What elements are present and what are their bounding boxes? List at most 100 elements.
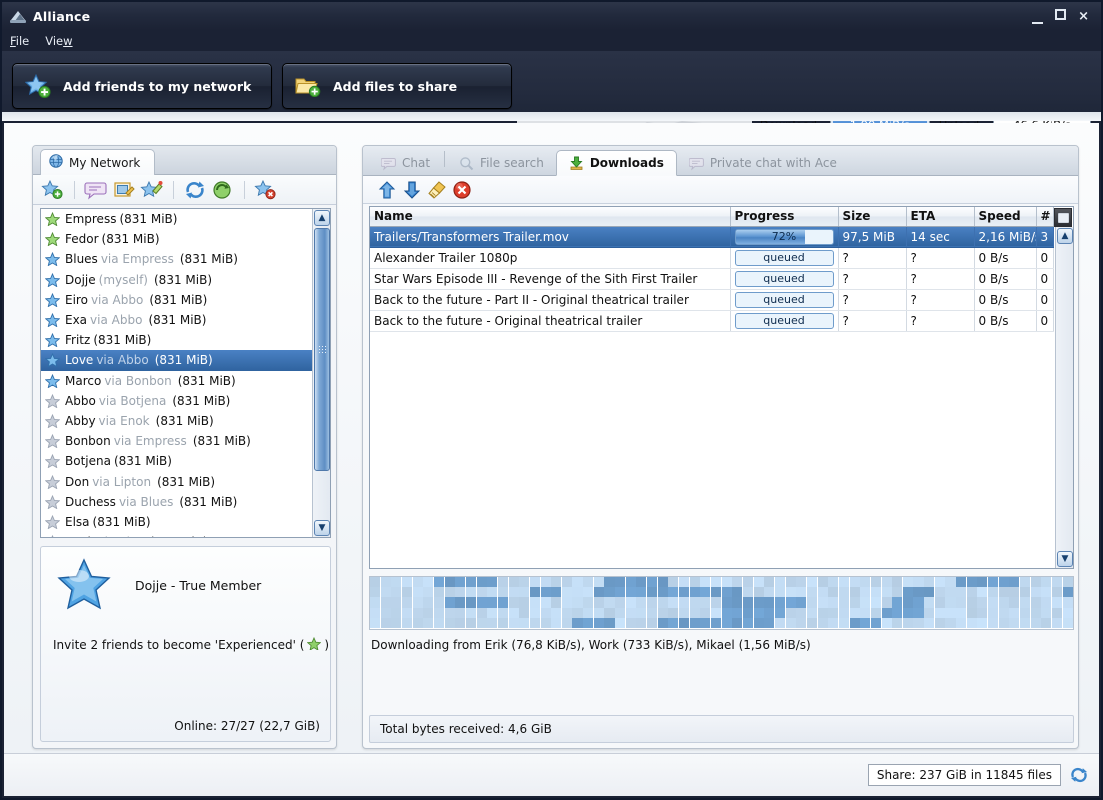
activity-grid-cell <box>732 587 743 598</box>
friend-list-item[interactable]: Exa via Abbo (831 MiB) <box>41 310 312 330</box>
friend-list[interactable]: Empress (831 MiB) Fedor (831 MiB) Blues via… <box>41 209 312 537</box>
activity-grid-cell <box>860 597 871 608</box>
column-header-speed[interactable]: Speed <box>974 207 1037 227</box>
tab-label: Private chat with Ace <box>709 156 837 170</box>
close-icon[interactable]: × <box>1078 10 1089 23</box>
activity-grid-cell <box>401 587 413 598</box>
friend-list-item[interactable]: Eiro via Abbo (831 MiB) <box>41 290 312 310</box>
friend-name: Elsa <box>65 514 90 529</box>
activity-grid-cell <box>636 617 647 628</box>
edit-group-icon[interactable] <box>112 179 136 201</box>
window-controls: × <box>1032 9 1101 24</box>
friend-list-item[interactable]: Dojje (myself) (831 MiB) <box>41 270 312 290</box>
move-down-icon[interactable] <box>402 180 422 200</box>
friend-list-item[interactable]: Fritz (831 MiB) <box>41 330 312 350</box>
downloads-scrollbar[interactable]: ▲ ▼ <box>1055 227 1073 568</box>
scroll-up-icon[interactable]: ▲ <box>1057 228 1073 244</box>
friend-name: Enok <box>65 535 94 537</box>
activity-grid-cell <box>796 597 807 608</box>
cancel-download-icon[interactable] <box>452 180 472 200</box>
remove-friend-icon[interactable] <box>254 179 278 201</box>
scroll-down-icon[interactable]: ▼ <box>1057 551 1073 567</box>
friend-list-item[interactable]: Bonbon via Empress (831 MiB) <box>41 431 312 451</box>
column-header-name[interactable]: Name <box>370 207 731 227</box>
friend-list-item[interactable]: Enokvia Elsa (831 MiB) <box>41 532 312 537</box>
tab-private-chat-with-ace[interactable]: Private chat with Ace <box>677 150 849 176</box>
add-friends-button[interactable]: Add friends to my network <box>12 63 272 109</box>
column-header-sources[interactable]: # <box>1036 207 1054 227</box>
friend-list-item[interactable]: Blues via Empress (831 MiB) <box>41 249 312 269</box>
minimize-button[interactable] <box>1032 10 1044 24</box>
activity-grid-row <box>370 607 1073 618</box>
table-row[interactable]: Back to the future - Original theatrical… <box>370 310 1054 332</box>
table-row[interactable]: Star Wars Episode III - Revenge of the S… <box>370 268 1054 290</box>
friend-list-item[interactable]: Abbo via Botjena (831 MiB) <box>41 391 312 411</box>
friend-list-item[interactable]: Abby via Enok (831 MiB) <box>41 411 312 431</box>
friend-list-item[interactable]: Don via Lipton (831 MiB) <box>41 471 312 491</box>
friend-list-item[interactable]: Marco via Bonbon (831 MiB) <box>41 371 312 391</box>
clear-completed-icon[interactable] <box>427 180 447 200</box>
activity-grid-cell <box>497 597 508 608</box>
menu-view[interactable]: View <box>45 34 72 48</box>
friend-name: Abby <box>65 413 96 428</box>
cell-name: Back to the future - Original theatrical… <box>370 310 731 332</box>
activity-grid-cell <box>806 577 817 588</box>
activity-grid-cell <box>487 597 498 608</box>
activity-grid-cell <box>796 617 807 628</box>
friend-name: Exa <box>65 313 88 328</box>
scroll-thumb[interactable] <box>314 228 330 471</box>
friend-name: Fedor <box>65 232 99 247</box>
refresh-icon[interactable] <box>183 179 207 201</box>
column-chooser-button[interactable] <box>1054 208 1072 227</box>
move-up-icon[interactable] <box>377 180 397 200</box>
scroll-up-icon[interactable]: ▲ <box>314 210 330 226</box>
chat-icon[interactable] <box>84 179 108 201</box>
tab-downloads[interactable]: Downloads <box>555 150 677 176</box>
activity-grid-cell <box>881 587 892 598</box>
header-divider <box>2 112 1101 121</box>
tab-my-network[interactable]: My Network <box>40 149 156 175</box>
tab-my-network-label: My Network <box>69 155 141 170</box>
tab-chat[interactable]: Chat <box>369 150 442 176</box>
friend-list-item[interactable]: Duchess via Blues (831 MiB) <box>41 492 312 512</box>
activity-grid-cell <box>625 617 636 628</box>
activity-grid-cell <box>721 597 732 608</box>
add-files-button[interactable]: Add files to share <box>282 63 512 109</box>
reconnect-icon[interactable] <box>211 179 235 201</box>
maximize-button[interactable] <box>1055 9 1067 23</box>
friend-list-item[interactable]: Botjena (831 MiB) <box>41 451 312 471</box>
friend-list-item[interactable]: Empress (831 MiB) <box>41 209 312 229</box>
activity-grid-cell <box>529 577 540 588</box>
column-header-eta[interactable]: ETA <box>906 207 975 227</box>
activity-grid-cell <box>508 577 519 588</box>
edit-friend-icon[interactable] <box>140 179 164 201</box>
activity-grid-cell <box>679 617 690 628</box>
activity-grid-cell <box>924 617 935 628</box>
cell-sources: 0 <box>1036 268 1054 290</box>
toolbar-separator <box>244 180 245 199</box>
friend-list-item[interactable]: Love via Abbo (831 MiB) <box>41 350 312 371</box>
activity-grid-cell <box>1052 587 1063 598</box>
menu-bar: File View <box>2 30 1101 51</box>
table-row[interactable]: Back to the future - Part II - Original … <box>370 289 1054 311</box>
activity-grid-cell <box>391 607 402 618</box>
activity-grid-cell <box>679 597 690 608</box>
refresh-icon[interactable] <box>1069 766 1089 784</box>
activity-grid-cell <box>945 617 956 628</box>
tab-file-search[interactable]: File search <box>447 150 556 176</box>
activity-grid-cell <box>551 587 562 598</box>
column-header-progress[interactable]: Progress <box>730 207 839 227</box>
activity-grid-cell <box>1009 587 1020 598</box>
progress-bar: queued <box>734 291 834 308</box>
friend-list-item[interactable]: Fedor (831 MiB) <box>41 229 312 249</box>
table-row[interactable]: Alexander Trailer 1080p queued?? 0 B/s 0 <box>370 247 1054 269</box>
table-row[interactable]: Trailers/Transformers Trailer.mov 72% 97,5… <box>370 226 1054 248</box>
column-header-size[interactable]: Size <box>838 207 907 227</box>
alliance-mountain-icon <box>10 8 26 24</box>
scroll-down-icon[interactable]: ▼ <box>314 520 330 536</box>
friend-share-size: (831 MiB) <box>119 212 178 227</box>
friend-list-scrollbar[interactable]: ▲ ▼ <box>312 209 330 537</box>
friend-list-item[interactable]: Elsa (831 MiB) <box>41 512 312 532</box>
menu-file[interactable]: File <box>10 34 29 48</box>
add-friend-icon[interactable] <box>41 179 65 201</box>
